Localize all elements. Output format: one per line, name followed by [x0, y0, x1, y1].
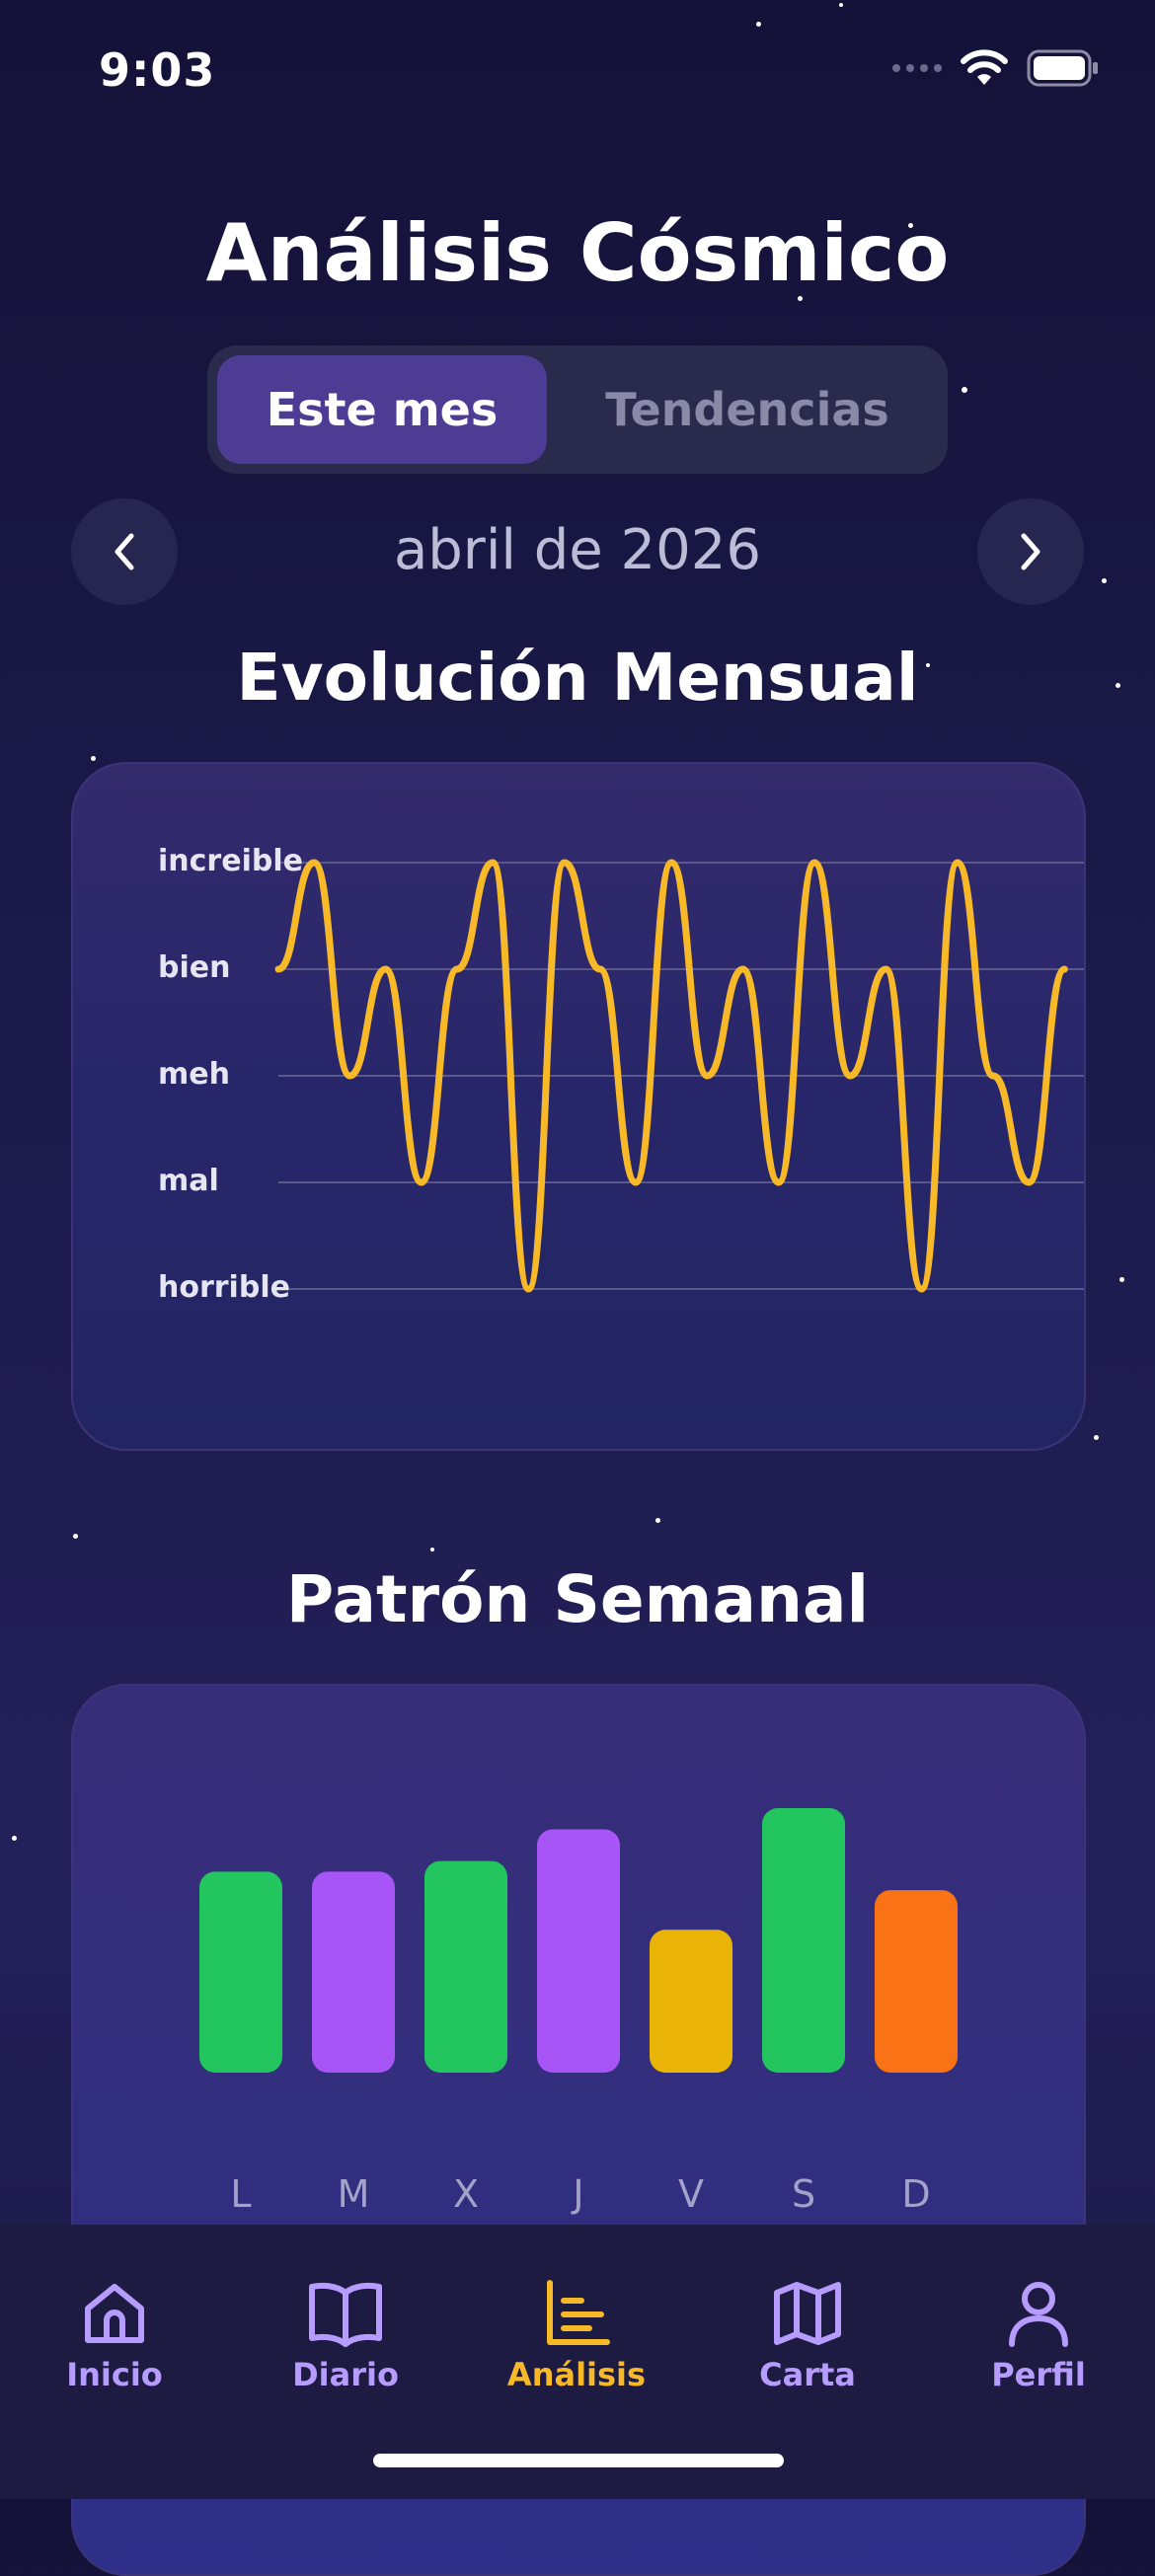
monthly-chart-card: increible bien meh mal horrible — [71, 762, 1086, 1451]
tab-label-analisis: Análisis — [507, 2356, 646, 2393]
y-tick-label: horrible — [158, 1270, 290, 1305]
y-tick-label: increible — [158, 844, 303, 878]
tab-label-perfil: Perfil — [991, 2356, 1086, 2393]
chart-icon — [542, 2279, 611, 2348]
segment-this-month[interactable]: Este mes — [217, 355, 547, 464]
weekday-label: V — [678, 2172, 704, 2216]
tab-label-diario: Diario — [292, 2356, 399, 2393]
weekday-bar — [199, 1871, 282, 2073]
battery-icon — [1027, 49, 1100, 87]
monthly-line-chart: increible bien meh mal horrible — [73, 764, 1084, 1449]
book-icon — [308, 2279, 383, 2348]
weekday-bar — [312, 1871, 395, 2073]
y-tick-label: mal — [158, 1164, 219, 1198]
wifi-icon — [960, 49, 1009, 87]
tab-label-inicio: Inicio — [66, 2356, 163, 2393]
user-icon — [1004, 2279, 1073, 2348]
weekday-bar — [537, 1829, 620, 2073]
weekday-label: S — [792, 2172, 815, 2216]
y-tick-label: meh — [158, 1057, 230, 1092]
weekday-bar — [762, 1808, 845, 2073]
tab-perfil[interactable]: Perfil — [940, 2279, 1137, 2393]
weekday-label: X — [453, 2172, 479, 2216]
weekday-label: J — [571, 2172, 583, 2216]
home-icon — [80, 2279, 149, 2348]
tab-carta[interactable]: Carta — [709, 2279, 906, 2393]
map-icon — [773, 2279, 842, 2348]
weekday-label: L — [230, 2172, 251, 2216]
status-time: 9:03 — [99, 43, 215, 97]
weekly-section-title: Patrón Semanal — [0, 1561, 1155, 1637]
weekday-bar — [875, 1890, 958, 2073]
tab-label-carta: Carta — [759, 2356, 856, 2393]
weekday-bar — [424, 1861, 507, 2073]
segmented-control: Este mes Tendencias — [207, 345, 948, 474]
signal-icon — [892, 64, 942, 72]
weekday-label: M — [338, 2172, 370, 2216]
home-indicator — [373, 2454, 784, 2467]
y-tick-label: bien — [158, 950, 230, 985]
tab-diario[interactable]: Diario — [247, 2279, 444, 2393]
monthly-section-title: Evolución Mensual — [0, 640, 1155, 716]
page-title: Análisis Cósmico — [0, 207, 1155, 299]
chevron-right-icon — [1016, 530, 1045, 573]
next-month-button[interactable] — [977, 498, 1084, 605]
weekday-bar — [650, 1930, 732, 2073]
weekday-label: D — [901, 2172, 930, 2216]
status-indicators — [892, 49, 1100, 87]
tab-inicio[interactable]: Inicio — [16, 2279, 213, 2393]
segment-trends[interactable]: Tendencias — [557, 355, 938, 464]
tab-analisis[interactable]: Análisis — [478, 2279, 675, 2393]
